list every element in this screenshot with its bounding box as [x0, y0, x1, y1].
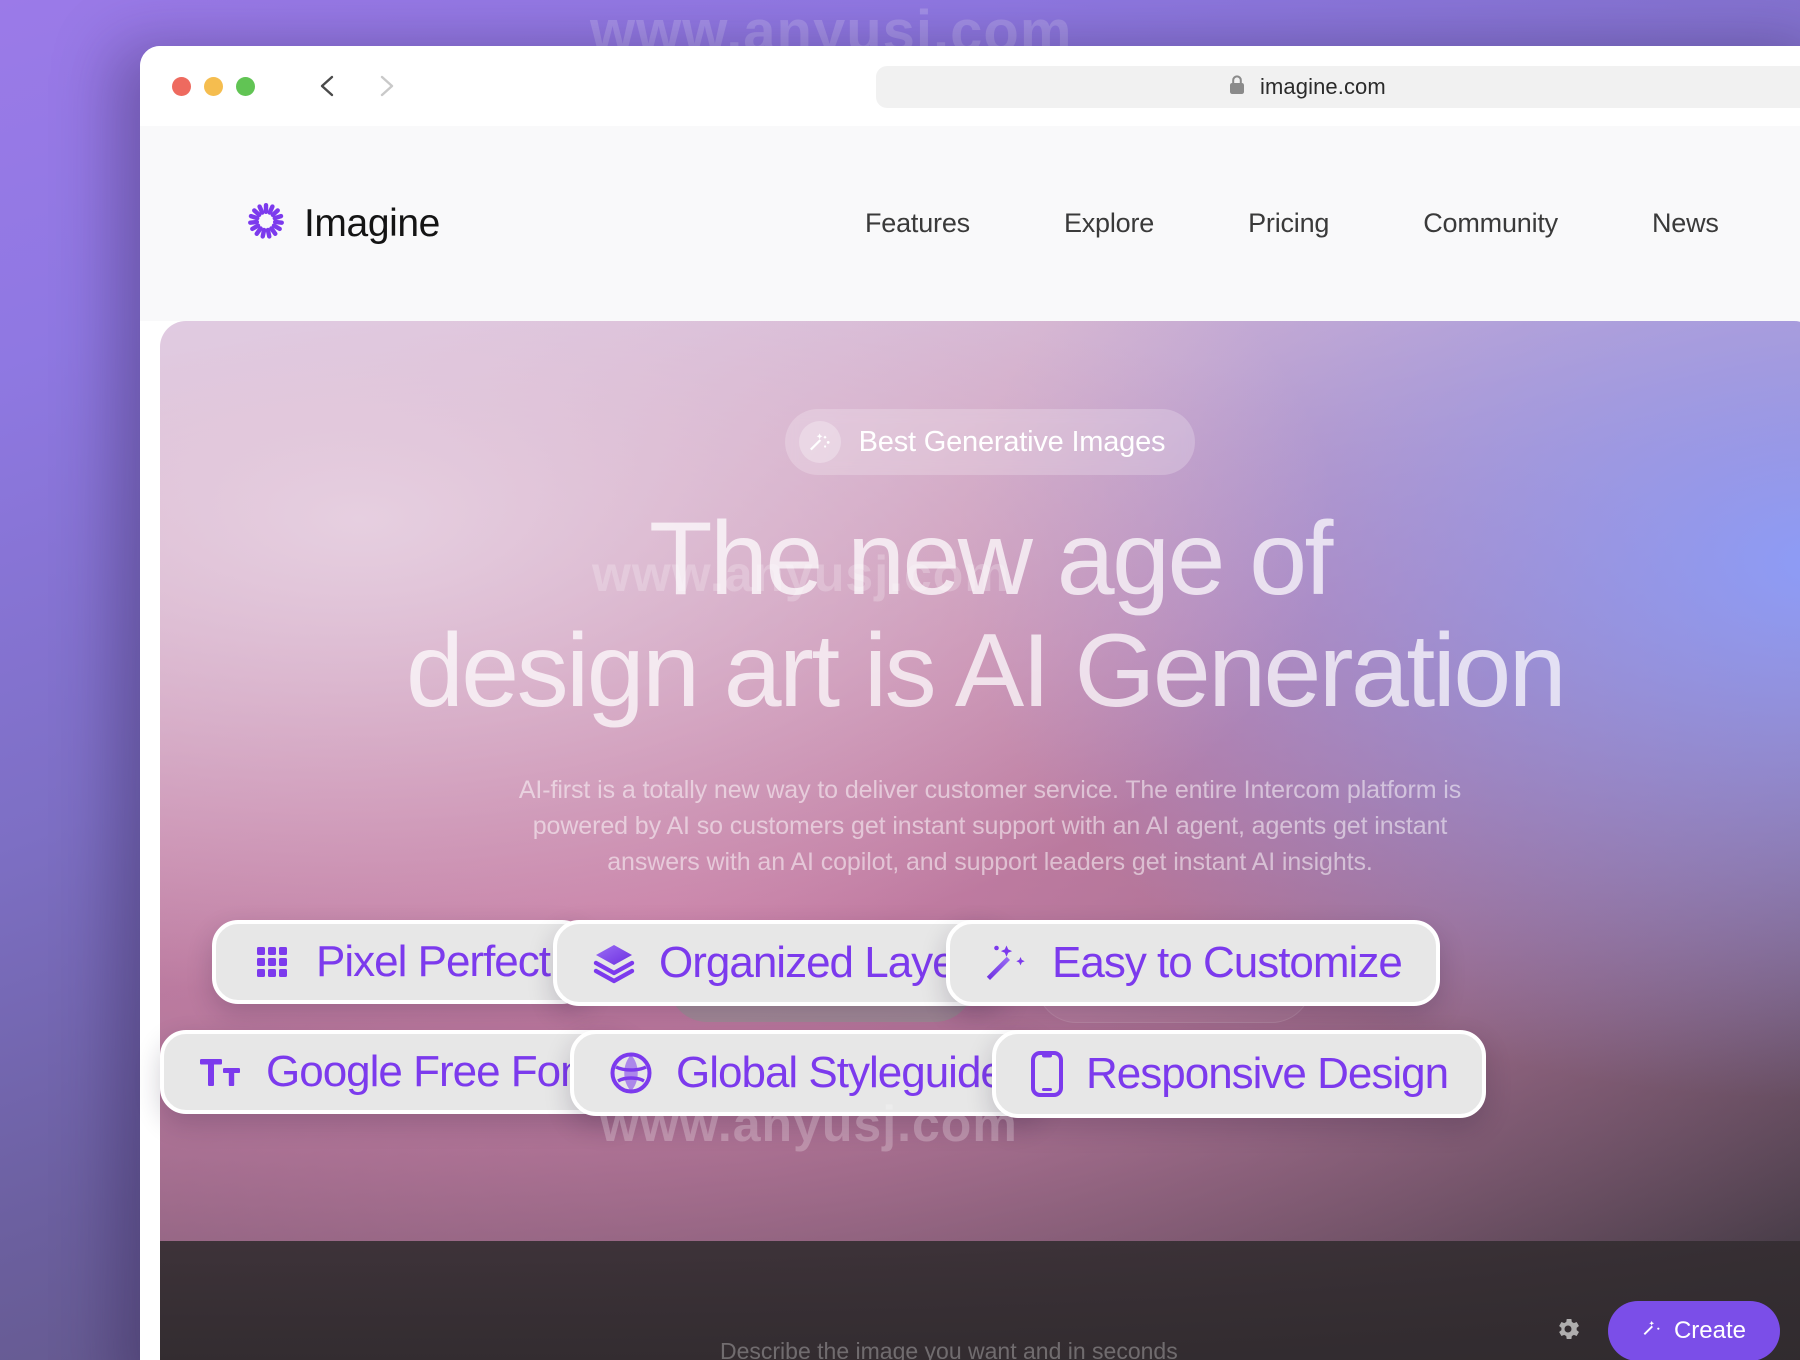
browser-window: imagine.com Imagine Features Explore Pri…	[140, 46, 1800, 1360]
browser-toolbar: imagine.com	[140, 46, 1800, 126]
hero-headline-line2: design art is AI Generation	[405, 613, 1567, 730]
nav-item-news[interactable]: News	[1605, 208, 1766, 239]
magic-wand-icon	[798, 421, 841, 463]
hero-subtext: AI-first is a totally new way to deliver…	[518, 775, 1462, 877]
globe-icon	[608, 1050, 654, 1096]
hero-appbar: Describe the image you want and in secon…	[160, 1241, 1800, 1360]
close-window-button[interactable]	[172, 76, 191, 96]
mobile-icon	[1030, 1050, 1064, 1098]
main-navigation[interactable]: Features Explore Pricing Community News	[818, 208, 1766, 239]
feature-pill-global-styleguide[interactable]: Global Styleguide	[570, 1030, 1042, 1116]
magic-wand-icon	[984, 940, 1030, 986]
feature-pill-label: Organized Layer	[659, 938, 970, 987]
address-bar[interactable]: imagine.com	[876, 66, 1800, 108]
minimize-window-button[interactable]	[204, 76, 223, 96]
feature-pill-google-free-font[interactable]: Google Free Font	[160, 1030, 633, 1114]
feature-pill-label: Global Styleguide	[676, 1048, 1005, 1097]
screenshot-root: www.anyusj.com imagine.com Imagine Featu…	[0, 0, 1800, 1360]
brand-logo[interactable]: Imagine	[246, 201, 440, 246]
appbar-hint-text: Describe the image you want and in secon…	[720, 1338, 1178, 1360]
starburst-logo-icon	[246, 201, 286, 246]
nav-item-explore[interactable]: Explore	[1017, 208, 1201, 239]
feature-pill-pixel-perfect[interactable]: Pixel Perfect	[212, 920, 588, 1004]
zoom-window-button[interactable]	[236, 76, 255, 96]
nav-item-community[interactable]: Community	[1376, 208, 1605, 239]
feature-pill-label: Google Free Font	[266, 1047, 596, 1096]
browser-navigation[interactable]	[315, 73, 399, 99]
forward-button[interactable]	[373, 73, 399, 99]
create-button[interactable]: Create	[1607, 1301, 1780, 1360]
hero-headline-line1: The new age of	[649, 501, 1333, 617]
window-traffic-lights[interactable]	[172, 76, 255, 96]
gear-icon[interactable]	[1554, 1315, 1582, 1348]
layers-icon	[591, 940, 637, 986]
typography-icon	[198, 1052, 244, 1092]
back-button[interactable]	[315, 73, 341, 99]
feature-pill-responsive-design[interactable]: Responsive Design	[992, 1030, 1487, 1118]
hero-badge-label: Best Generative Images	[858, 425, 1166, 458]
feature-pill-label: Pixel Perfect	[316, 937, 551, 986]
feature-pill-easy-to-customize[interactable]: Easy to Customize	[946, 920, 1440, 1006]
hero-badge: Best Generative Images	[784, 409, 1196, 475]
magic-wand-icon	[1642, 1317, 1662, 1345]
brand-name: Imagine	[304, 201, 440, 245]
grid-dots-icon	[250, 940, 294, 984]
hero-headline: The new age of design art is AI Generati…	[406, 501, 1567, 728]
feature-pill-label: Responsive Design	[1086, 1049, 1449, 1098]
nav-item-features[interactable]: Features	[818, 208, 1017, 239]
feature-pill-label: Easy to Customize	[1052, 938, 1403, 987]
create-button-label: Create	[1673, 1317, 1746, 1344]
feature-pill-organized-layer[interactable]: Organized Layer	[553, 920, 1008, 1006]
lock-icon	[1228, 74, 1246, 101]
site-header: Imagine Features Explore Pricing Communi…	[140, 126, 1800, 321]
hero-section: Best Generative Images The new age of de…	[160, 321, 1800, 1360]
address-bar-url: imagine.com	[1260, 74, 1386, 99]
nav-item-pricing[interactable]: Pricing	[1201, 208, 1376, 239]
